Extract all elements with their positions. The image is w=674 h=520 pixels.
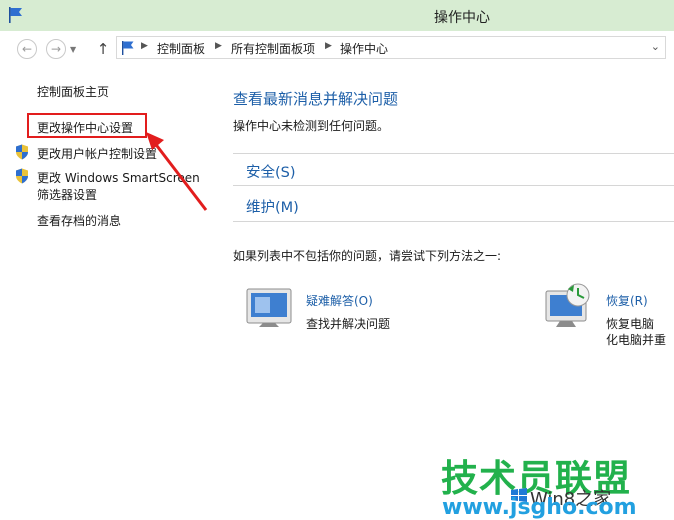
uac-shield-icon bbox=[16, 168, 28, 184]
sidebar-item-control-panel-home[interactable]: 控制面板主页 bbox=[37, 83, 109, 100]
sidebar-item-view-archived-messages[interactable]: 查看存档的消息 bbox=[37, 212, 121, 229]
uac-shield-icon bbox=[16, 144, 28, 160]
breadcrumb-control-panel[interactable]: 控制面板 bbox=[157, 40, 205, 57]
section-maintenance-label: 维护(M) bbox=[246, 200, 299, 216]
recovery-description-line2: 化电脑并重 bbox=[606, 333, 667, 347]
highlight-box bbox=[27, 113, 147, 138]
troubleshoot-link[interactable]: 疑难解答(O) bbox=[306, 292, 373, 309]
troubleshoot-icon[interactable] bbox=[245, 287, 295, 331]
recovery-icon[interactable] bbox=[544, 281, 596, 331]
breadcrumb-separator-icon[interactable]: ▶ bbox=[325, 41, 332, 51]
address-bar[interactable]: ▶ 控制面板 ▶ 所有控制面板项 ▶ 操作中心 ⌄ bbox=[116, 36, 666, 59]
troubleshoot-description: 查找并解决问题 bbox=[306, 317, 391, 331]
recent-locations-chevron-icon[interactable]: ▼ bbox=[70, 45, 76, 54]
breadcrumb-all-items[interactable]: 所有控制面板项 bbox=[231, 40, 315, 57]
forward-arrow-icon[interactable]: → bbox=[46, 39, 66, 59]
back-arrow-icon[interactable]: ← bbox=[17, 39, 37, 59]
page-heading: 查看最新消息并解决问题 bbox=[233, 90, 399, 108]
sidebar-item-smartscreen-settings-line2[interactable]: 筛选器设置 bbox=[37, 186, 97, 203]
address-flag-icon bbox=[122, 41, 134, 55]
recovery-description-line1: 恢复电脑 bbox=[606, 317, 655, 331]
status-message: 操作中心未检测到任何问题。 bbox=[233, 119, 390, 133]
sidebar-item-change-uac-settings[interactable]: 更改用户帐户控制设置 bbox=[37, 145, 157, 162]
section-maintenance[interactable]: 维护(M) bbox=[233, 189, 674, 222]
recovery-link[interactable]: 恢复(R) bbox=[606, 292, 648, 309]
watermark-url: www.jsgho.com bbox=[442, 495, 637, 520]
title-bar[interactable]: 操作中心 bbox=[0, 0, 674, 31]
breadcrumb-action-center[interactable]: 操作中心 bbox=[340, 40, 388, 57]
section-security[interactable]: 安全(S) bbox=[233, 153, 674, 186]
address-dropdown-icon[interactable]: ⌄ bbox=[651, 40, 660, 53]
window-title: 操作中心 bbox=[434, 10, 490, 26]
help-hint: 如果列表中不包括你的问题，请尝试下列方法之一: bbox=[233, 249, 502, 263]
up-arrow-icon[interactable]: ↑ bbox=[95, 39, 111, 59]
annotation-arrow-icon bbox=[146, 132, 208, 211]
breadcrumb-separator-icon[interactable]: ▶ bbox=[141, 41, 148, 51]
section-security-label: 安全(S) bbox=[246, 165, 296, 181]
breadcrumb-separator-icon[interactable]: ▶ bbox=[215, 41, 222, 51]
